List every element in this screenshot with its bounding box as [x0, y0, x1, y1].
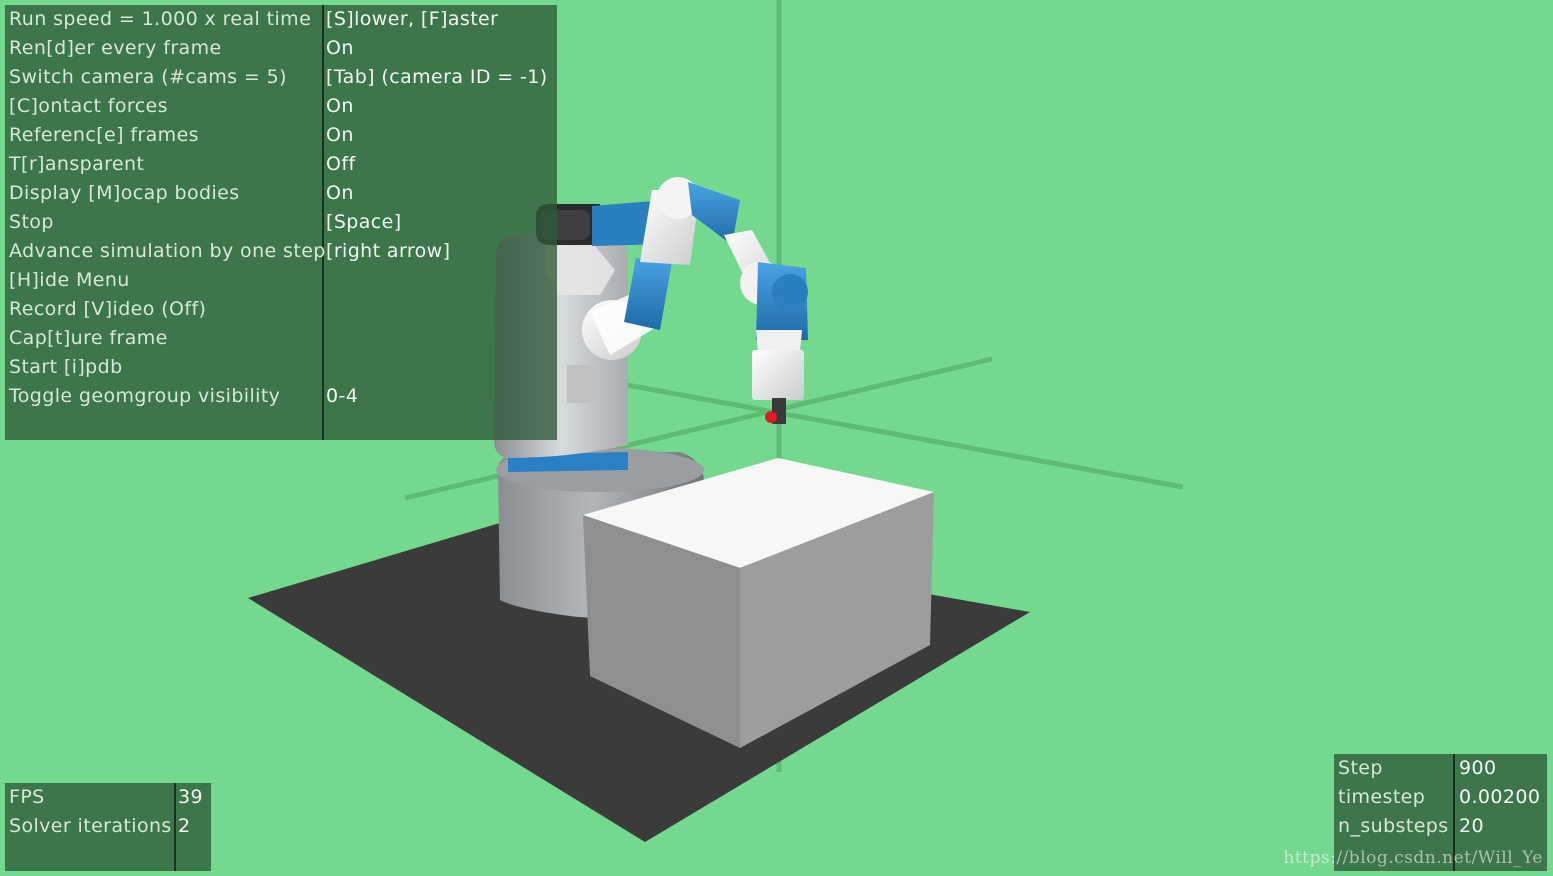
menu-label: Stop [9, 211, 54, 233]
menu-label: [H]ide Menu [9, 269, 130, 291]
timestep-value: 0.00200 [1459, 786, 1541, 808]
menu-label: Referenc[e] frames [9, 124, 199, 146]
menu-value: Off [326, 153, 356, 175]
step-label: Step [1338, 757, 1383, 779]
menu-label: Switch camera (#cams = 5) [9, 66, 287, 88]
menu-label: Start [i]pdb [9, 356, 123, 378]
menu-label: Run speed = 1.000 x real time [9, 8, 312, 30]
menu-row-start-ipdb[interactable]: Start [i]pdb [5, 353, 557, 382]
menu-row-geomgroup[interactable]: Toggle geomgroup visibility 0-4 [5, 382, 557, 411]
menu-row-stop[interactable]: Stop [Space] [5, 208, 557, 237]
menu-row-render[interactable]: Ren[d]er every frame On [5, 34, 557, 63]
menu-value: On [326, 182, 354, 204]
menu-row-transparent[interactable]: T[r]ansparent Off [5, 150, 557, 179]
substeps-value: 20 [1459, 815, 1484, 837]
performance-panel: FPS 39 Solver iterations 2 [5, 783, 211, 871]
timestep-row: timestep 0.00200 [1334, 783, 1547, 812]
menu-label: Record [V]ideo (Off) [9, 298, 207, 320]
menu-row-advance-step[interactable]: Advance simulation by one step [right ar… [5, 237, 557, 266]
menu-label: Display [M]ocap bodies [9, 182, 240, 204]
menu-value: [Tab] (camera ID = -1) [326, 66, 548, 88]
menu-label: Ren[d]er every frame [9, 37, 222, 59]
menu-label: Advance simulation by one step [9, 240, 326, 262]
solver-value: 2 [178, 815, 191, 837]
menu-value: [Space] [326, 211, 402, 233]
timestep-label: timestep [1338, 786, 1426, 808]
fps-value: 39 [178, 786, 203, 808]
menu-row-record-video[interactable]: Record [V]ideo (Off) [5, 295, 557, 324]
menu-row-switch-camera[interactable]: Switch camera (#cams = 5) [Tab] (camera … [5, 63, 557, 92]
menu-value: On [326, 95, 354, 117]
menu-value: [right arrow] [326, 240, 451, 262]
menu-row-reference-frames[interactable]: Referenc[e] frames On [5, 121, 557, 150]
fps-label: FPS [9, 786, 45, 808]
solver-label: Solver iterations [9, 815, 172, 837]
menu-label: Cap[t]ure frame [9, 327, 168, 349]
menu-row-run-speed[interactable]: Run speed = 1.000 x real time [S]lower, … [5, 5, 557, 34]
menu-row-hide-menu[interactable]: [H]ide Menu [5, 266, 557, 295]
menu-panel: Run speed = 1.000 x real time [S]lower, … [5, 5, 557, 440]
menu-row-capture-frame[interactable]: Cap[t]ure frame [5, 324, 557, 353]
menu-value: 0-4 [326, 385, 359, 407]
step-value: 900 [1459, 757, 1497, 779]
substeps-row: n_substeps 20 [1334, 812, 1547, 841]
menu-value: On [326, 124, 354, 146]
menu-label: Toggle geomgroup visibility [9, 385, 281, 407]
target-marker [765, 411, 777, 423]
menu-value: [S]lower, [F]aster [326, 8, 499, 30]
menu-label: T[r]ansparent [9, 153, 145, 175]
menu-row-mocap-bodies[interactable]: Display [M]ocap bodies On [5, 179, 557, 208]
fps-row: FPS 39 [5, 783, 211, 812]
step-row: Step 900 [1334, 754, 1547, 783]
menu-value: On [326, 37, 354, 59]
menu-label: [C]ontact forces [9, 95, 168, 117]
menu-row-contact-forces[interactable]: [C]ontact forces On [5, 92, 557, 121]
solver-row: Solver iterations 2 [5, 812, 211, 841]
watermark: https://blog.csdn.net/Will_Ye [1283, 848, 1543, 868]
substeps-label: n_substeps [1338, 815, 1449, 837]
